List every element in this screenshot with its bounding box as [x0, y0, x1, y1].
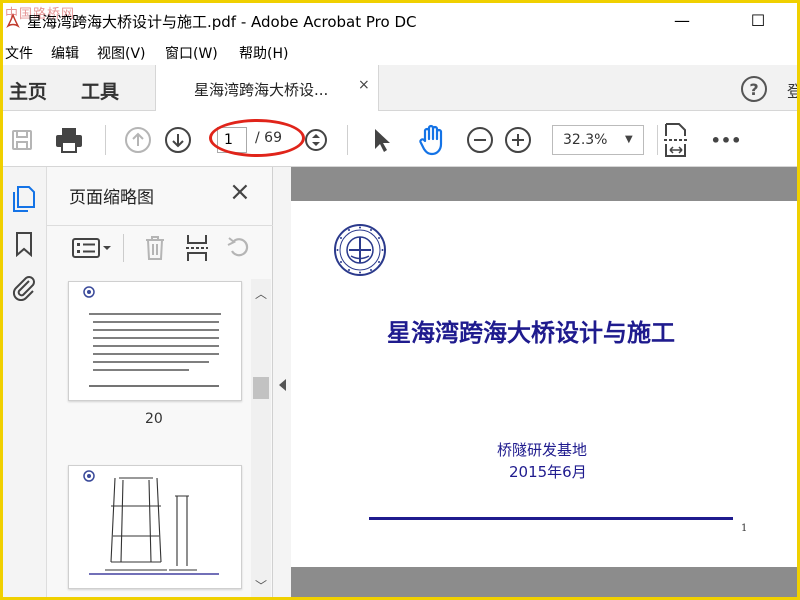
- hand-icon: [419, 124, 443, 156]
- select-tool-button[interactable]: [367, 125, 397, 155]
- plus-circle-icon: [505, 127, 531, 153]
- tab-home[interactable]: 主页: [9, 77, 47, 104]
- document-organization: 桥隧研发基地: [497, 441, 588, 459]
- page-navigation: / 69: [209, 119, 309, 157]
- hand-tool-button[interactable]: [415, 123, 449, 157]
- toolbar: / 69: [3, 111, 797, 167]
- collapse-arrow-icon[interactable]: [279, 379, 286, 391]
- thumbnail-page-content: [83, 470, 219, 575]
- insert-page-icon: [186, 235, 208, 261]
- panel-title: 页面缩略图: [69, 188, 154, 208]
- zoom-out-button[interactable]: [465, 125, 495, 155]
- help-icon: ?: [749, 79, 759, 99]
- chevron-down-icon: ▼: [625, 134, 633, 145]
- next-page-button[interactable]: [163, 125, 193, 155]
- zoom-level-dropdown[interactable]: 32.3% ▼: [552, 125, 644, 155]
- navigation-rail: [3, 167, 47, 597]
- scroll-up-icon[interactable]: ︿: [255, 285, 267, 302]
- thumbnail-page-number: 20: [145, 411, 163, 427]
- save-button[interactable]: [7, 125, 37, 155]
- document-view: 星海湾跨海大桥设计与施工 桥隧研发基地 2015年6月 1: [291, 167, 797, 597]
- panel-close-icon[interactable]: ×: [229, 177, 251, 207]
- panel-separator: [123, 234, 124, 262]
- toolbar-separator: [347, 125, 348, 155]
- tab-document-label: 星海湾跨海大桥设...: [194, 81, 329, 99]
- page-thumbnails-panel: 页面缩略图 × 20 ︿ ﹀: [47, 167, 273, 597]
- acrobat-window: 中国路桥网 星海湾跨海大桥设计与施工.pdf - Adobe Acrobat P…: [3, 3, 797, 597]
- minimize-button[interactable]: —: [659, 5, 705, 35]
- help-button[interactable]: ?: [741, 76, 767, 102]
- scrollbar-thumb[interactable]: [253, 377, 269, 399]
- cursor-arrow-icon: [375, 129, 390, 152]
- red-annotation-circle: [209, 119, 305, 157]
- menu-file[interactable]: 文件: [5, 43, 33, 63]
- print-button[interactable]: [51, 123, 87, 157]
- toolbar-separator: [657, 125, 658, 155]
- attachments-button[interactable]: [9, 271, 39, 303]
- tab-tools[interactable]: 工具: [81, 77, 119, 104]
- delete-page-button[interactable]: [141, 234, 169, 262]
- menu-edit[interactable]: 编辑: [51, 43, 79, 63]
- page-thumbnail[interactable]: [68, 465, 242, 589]
- title-bar: 中国路桥网 星海湾跨海大桥设计与施工.pdf - Adobe Acrobat P…: [3, 3, 797, 37]
- rotate-icon: [227, 237, 249, 257]
- insert-page-button[interactable]: [183, 232, 211, 264]
- university-seal-logo: [334, 224, 386, 276]
- scroll-down-icon[interactable]: ﹀: [255, 577, 267, 594]
- document-title: 星海湾跨海大桥设计与施工: [387, 319, 675, 347]
- page-thumbnail[interactable]: [68, 281, 242, 401]
- more-icon: •••: [710, 130, 742, 150]
- document-page-number: 1: [741, 523, 748, 534]
- arrow-up-circle-icon: [125, 127, 151, 153]
- menu-bar: 文件 编辑 视图(V) 窗口(W) 帮助(H): [3, 39, 797, 63]
- panel-toolbar: [47, 225, 273, 269]
- maximize-button[interactable]: ☐: [735, 5, 781, 35]
- page-stepper[interactable]: [303, 127, 329, 153]
- minus-circle-icon: [467, 127, 493, 153]
- menu-help[interactable]: 帮助(H): [239, 43, 288, 63]
- zoom-level-value: 32.3%: [563, 132, 608, 148]
- bookmarks-button[interactable]: [11, 229, 37, 259]
- panel-collapse-strip[interactable]: [273, 167, 291, 597]
- options-menu-icon: [72, 238, 111, 258]
- pdf-page: 星海湾跨海大桥设计与施工 桥隧研发基地 2015年6月 1: [291, 201, 797, 567]
- fit-page-button[interactable]: [661, 121, 691, 159]
- page-thumbnails-icon: [13, 186, 35, 212]
- printer-icon: [56, 128, 82, 153]
- menu-window[interactable]: 窗口(W): [165, 43, 218, 63]
- fit-page-icon: [664, 123, 688, 157]
- previous-page-button[interactable]: [123, 125, 153, 155]
- paperclip-icon: [12, 276, 35, 301]
- maximize-icon: ☐: [750, 10, 766, 30]
- panel-scrollbar[interactable]: ︿ ﹀: [251, 279, 271, 597]
- arrow-down-circle-icon: [165, 127, 191, 153]
- tab-close-icon[interactable]: ×: [358, 77, 370, 93]
- trash-icon: [146, 236, 164, 260]
- document-divider-line: [369, 517, 733, 520]
- page-thumbnails-button[interactable]: [9, 183, 39, 215]
- thumbnail-options-button[interactable]: [69, 234, 113, 262]
- save-icon: [12, 130, 32, 150]
- minimize-icon: —: [674, 10, 690, 30]
- document-date: 2015年6月: [509, 463, 587, 481]
- tab-document[interactable]: 星海湾跨海大桥设... ×: [155, 65, 379, 111]
- menu-view[interactable]: 视图(V): [97, 43, 146, 63]
- sign-in-link[interactable]: 登: [787, 78, 797, 102]
- zoom-in-button[interactable]: [503, 125, 533, 155]
- stepper-icon: [305, 129, 327, 151]
- tab-bar: 主页 工具 星海湾跨海大桥设... × ? 登: [3, 65, 797, 111]
- toolbar-separator: [105, 125, 106, 155]
- thumbnail-page-content: [83, 286, 221, 387]
- window-title: 星海湾跨海大桥设计与施工.pdf - Adobe Acrobat Pro DC: [27, 13, 417, 31]
- more-tools-button[interactable]: •••: [709, 125, 743, 155]
- bookmark-icon: [16, 232, 32, 257]
- rotate-page-button[interactable]: [225, 234, 253, 262]
